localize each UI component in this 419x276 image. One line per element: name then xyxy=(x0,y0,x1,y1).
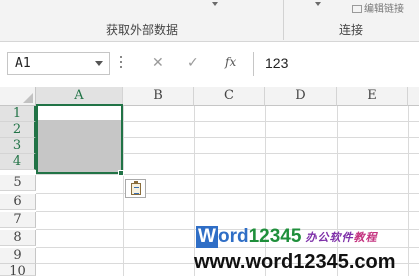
gridline xyxy=(36,174,419,175)
column-header-c[interactable]: C xyxy=(194,87,265,106)
row-header-1[interactable]: 1 xyxy=(0,106,36,122)
gridline xyxy=(36,193,419,194)
column-header-f[interactable] xyxy=(408,87,419,106)
gridline xyxy=(123,106,124,276)
row-header-10[interactable]: 10 xyxy=(0,264,36,276)
watermark-brand-word: ord xyxy=(218,226,249,247)
ribbon-group-divider xyxy=(283,0,284,40)
row-header-5[interactable]: 5 xyxy=(0,175,36,191)
gridline xyxy=(408,106,409,276)
ribbon-dropdown-arrow-icon[interactable] xyxy=(315,2,321,6)
group-label-connections: 连接 xyxy=(339,23,364,37)
clipboard-icon xyxy=(131,181,141,195)
formula-bar-grip-icon[interactable] xyxy=(120,56,123,70)
row-header-2[interactable]: 2 xyxy=(0,122,36,138)
column-header-b[interactable]: B xyxy=(123,87,194,106)
watermark-url: www.word12345.com xyxy=(194,251,396,273)
select-all-button[interactable] xyxy=(0,87,36,106)
row-header-9[interactable]: 9 xyxy=(0,248,36,264)
ribbon-dropdown-arrow-icon[interactable] xyxy=(212,2,218,6)
name-box-dropdown-icon[interactable] xyxy=(95,61,103,66)
watermark-tagline: 办公软件 xyxy=(305,231,354,244)
watermark-logo: Word12345 办公软件教程 xyxy=(196,226,377,248)
formula-bar-divider xyxy=(253,52,254,76)
fill-handle[interactable] xyxy=(118,170,124,176)
row-header-8[interactable]: 8 xyxy=(0,230,36,246)
row-header-6[interactable]: 6 xyxy=(0,194,36,210)
selected-range-a1-a4[interactable] xyxy=(36,104,123,174)
gridline xyxy=(36,211,419,212)
row-header-3[interactable]: 3 xyxy=(0,138,36,154)
formula-input[interactable]: 123 xyxy=(265,55,288,71)
edit-links-button[interactable]: 编辑链接 xyxy=(352,0,404,15)
watermark-brand-number: 12345 xyxy=(248,226,302,247)
enter-icon[interactable]: ✓ xyxy=(187,55,199,71)
select-all-triangle-icon xyxy=(23,93,33,103)
row-header-4[interactable]: 4 xyxy=(0,154,36,170)
watermark-tagline-suffix: 教程 xyxy=(353,231,378,244)
name-box-value: A1 xyxy=(15,56,31,71)
column-header-e[interactable]: E xyxy=(337,87,408,106)
insert-function-icon[interactable]: fx xyxy=(225,55,236,69)
cancel-icon[interactable]: ✕ xyxy=(152,55,164,71)
ribbon: 编辑链接 获取外部数据 连接 xyxy=(0,0,419,42)
edit-links-icon xyxy=(352,5,362,13)
paste-options-button[interactable] xyxy=(125,179,146,198)
row-header-7[interactable]: 7 xyxy=(0,212,36,228)
watermark-w-badge: W xyxy=(196,226,218,248)
name-box[interactable]: A1 xyxy=(7,52,110,75)
group-label-get-external-data: 获取外部数据 xyxy=(106,23,179,37)
column-header-d[interactable]: D xyxy=(265,87,337,106)
